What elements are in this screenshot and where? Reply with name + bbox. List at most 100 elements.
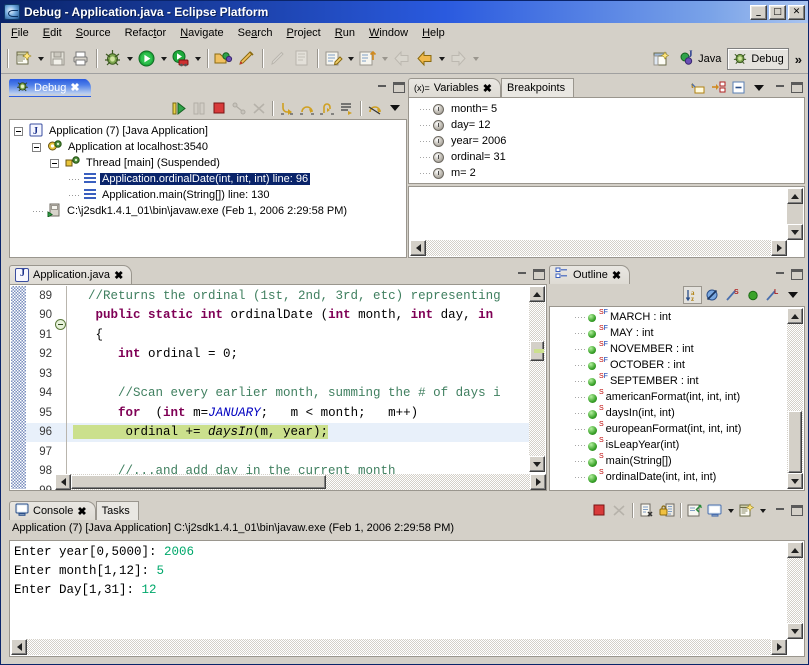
sort-alphabetically-icon[interactable]: az — [683, 286, 702, 304]
code-line[interactable]: 89 //Returns the ordinal (1st, 2nd, 3rd,… — [26, 286, 529, 306]
minimize-button[interactable]: _ — [750, 4, 767, 20]
debug-dropdown-icon[interactable] — [124, 47, 135, 70]
menu-file[interactable]: File — [4, 24, 36, 42]
debug-tree-row[interactable]: ···· Application.main(String[]) line: 130 — [10, 187, 406, 203]
tab-variables[interactable]: (x)= Variables ✖ — [408, 78, 502, 97]
tree-expander-icon[interactable] — [14, 126, 23, 136]
terminate-icon[interactable] — [209, 99, 228, 117]
upload-icon[interactable] — [356, 47, 379, 70]
close-icon[interactable]: ✖ — [70, 81, 79, 94]
editor-code[interactable]: 89 //Returns the ordinal (1st, 2nd, 3rd,… — [26, 286, 529, 490]
menu-project[interactable]: Project — [280, 24, 328, 42]
outline-item[interactable]: ···· S F MARCH : int — [550, 309, 787, 325]
external-tools-dropdown-icon[interactable] — [192, 47, 203, 70]
minimize-view-icon[interactable] — [516, 268, 529, 281]
step-into-icon[interactable] — [277, 99, 296, 117]
menu-navigate[interactable]: Navigate — [173, 24, 230, 42]
hide-local-types-icon[interactable]: L — [763, 286, 782, 304]
scroll-down-button[interactable] — [529, 456, 545, 472]
new-wizard-dropdown-icon[interactable] — [35, 47, 46, 70]
close-icon[interactable]: ✖ — [483, 82, 492, 95]
minimize-view-icon[interactable] — [376, 81, 389, 94]
code-line[interactable]: 93 — [26, 364, 529, 384]
step-filters-icon[interactable] — [365, 99, 384, 117]
close-button[interactable]: ✕ — [788, 4, 805, 20]
menu-refactor[interactable]: Refactor — [118, 24, 174, 42]
scroll-left-button[interactable] — [11, 639, 27, 655]
outline-item[interactable]: ···· SordinalDate(int, int, int) — [550, 469, 787, 485]
tab-console[interactable]: Console ✖ — [9, 501, 96, 520]
maximize-view-icon[interactable] — [393, 82, 405, 93]
editor-marker-bar[interactable] — [11, 286, 26, 489]
variables-tree-upper[interactable]: ···· month= 5 ···· day= 12 ···· year= 2006 ···… — [408, 97, 805, 184]
menu-run[interactable]: Run — [328, 24, 362, 42]
variables-detail-vscrollbar[interactable] — [787, 188, 803, 240]
close-icon[interactable]: ✖ — [612, 269, 621, 282]
scroll-left-button[interactable] — [410, 240, 426, 256]
scroll-up-button[interactable] — [529, 286, 545, 302]
editor-text-area[interactable]: 89 //Returns the ordinal (1st, 2nd, 3rd,… — [9, 284, 547, 491]
maximize-view-icon[interactable] — [791, 82, 803, 93]
tree-expander-icon[interactable] — [50, 158, 59, 168]
editor-hscroll-thumb[interactable] — [71, 475, 326, 489]
scroll-down-button[interactable] — [787, 623, 803, 639]
outline-item[interactable]: ···· S F SEPTEMBER : int — [550, 373, 787, 389]
variable-row[interactable]: ···· ordinal= 31 — [409, 149, 804, 165]
outline-item[interactable]: ···· Smain(String[]) — [550, 453, 787, 469]
variable-row[interactable]: ···· year= 2006 — [409, 133, 804, 149]
outline-item[interactable]: ···· S F NOVEMBER : int — [550, 341, 787, 357]
editor-hscrollbar[interactable] — [55, 474, 546, 490]
hide-nonpublic-icon[interactable] — [743, 286, 762, 304]
console-hscrollbar[interactable] — [11, 639, 787, 655]
outline-item[interactable]: ···· SdaysIn(int, int) — [550, 405, 787, 421]
save-icon[interactable] — [46, 47, 69, 70]
maximize-view-icon[interactable] — [791, 269, 803, 280]
tab-application-java[interactable]: Application.java ✖ — [9, 265, 133, 284]
new-wizard-icon[interactable] — [12, 47, 35, 70]
debug-tree-row[interactable]: ···· C:\j2sdk1.4.1_01\bin\javaw.exe (Feb … — [10, 203, 406, 219]
hide-fields-icon[interactable] — [703, 286, 722, 304]
search-icon[interactable] — [235, 47, 258, 70]
outline-item[interactable]: ···· S F OCTOBER : int — [550, 357, 787, 373]
close-icon[interactable]: ✖ — [77, 505, 86, 518]
scroll-lock-icon[interactable] — [657, 502, 676, 520]
scroll-right-button[interactable] — [530, 474, 546, 490]
external-tools-icon[interactable] — [169, 47, 192, 70]
scroll-left-button[interactable] — [55, 474, 71, 490]
minimize-view-icon[interactable] — [774, 504, 787, 517]
collapse-all-icon[interactable] — [729, 79, 748, 97]
tab-debug[interactable]: Debug ✖ — [9, 78, 91, 97]
open-console-dropdown-icon[interactable] — [757, 499, 768, 522]
run-icon[interactable] — [135, 47, 158, 70]
debug-tree-row[interactable]: J Application (7) [Java Application] — [10, 123, 406, 139]
minimize-view-icon[interactable] — [774, 81, 787, 94]
code-line[interactable]: 96 ordinal += daysIn(m, year); — [26, 422, 529, 442]
perspective-java[interactable]: J Java — [675, 48, 725, 70]
toolbar-overflow-icon[interactable]: » — [791, 52, 806, 67]
console-output-area[interactable]: Enter year[0,5000]: 2006 Enter month[1,12… — [9, 540, 805, 657]
tab-outline[interactable]: Outline ✖ — [549, 265, 631, 284]
code-line[interactable]: 90 public static int ordinalDate (int mo… — [26, 305, 529, 331]
scroll-up-button[interactable] — [787, 188, 803, 204]
code-line[interactable]: 91 { — [26, 325, 529, 345]
scroll-up-button[interactable] — [787, 542, 803, 558]
code-line[interactable]: 95 for (int m=JANUARY; m < month; m++) — [26, 403, 529, 423]
step-return-icon[interactable] — [317, 99, 336, 117]
debug-tree-row[interactable]: Application at localhost:3540 — [10, 139, 406, 155]
scroll-down-button[interactable] — [787, 224, 803, 240]
pin-console-icon[interactable] — [685, 502, 704, 520]
view-menu-icon[interactable] — [783, 286, 802, 304]
code-line[interactable]: 92 int ordinal = 0; — [26, 344, 529, 364]
outline-tree[interactable]: ···· S F MARCH : int ···· S F MAY : int ···· S F NO… — [549, 306, 805, 491]
outline-vscrollbar[interactable] — [787, 308, 803, 489]
maximize-view-icon[interactable] — [533, 269, 545, 280]
code-line[interactable]: 94 //Scan every earlier month, summing t… — [26, 383, 529, 403]
run-dropdown-icon[interactable] — [158, 47, 169, 70]
drop-to-frame-icon[interactable] — [337, 99, 356, 117]
outline-vscroll-thumb[interactable] — [788, 411, 802, 473]
back-active-icon[interactable] — [413, 47, 436, 70]
editor-vscrollbar[interactable] — [529, 286, 545, 472]
view-menu-icon[interactable] — [749, 79, 768, 97]
open-perspective-icon[interactable] — [650, 48, 673, 71]
clear-console-icon[interactable] — [637, 502, 656, 520]
